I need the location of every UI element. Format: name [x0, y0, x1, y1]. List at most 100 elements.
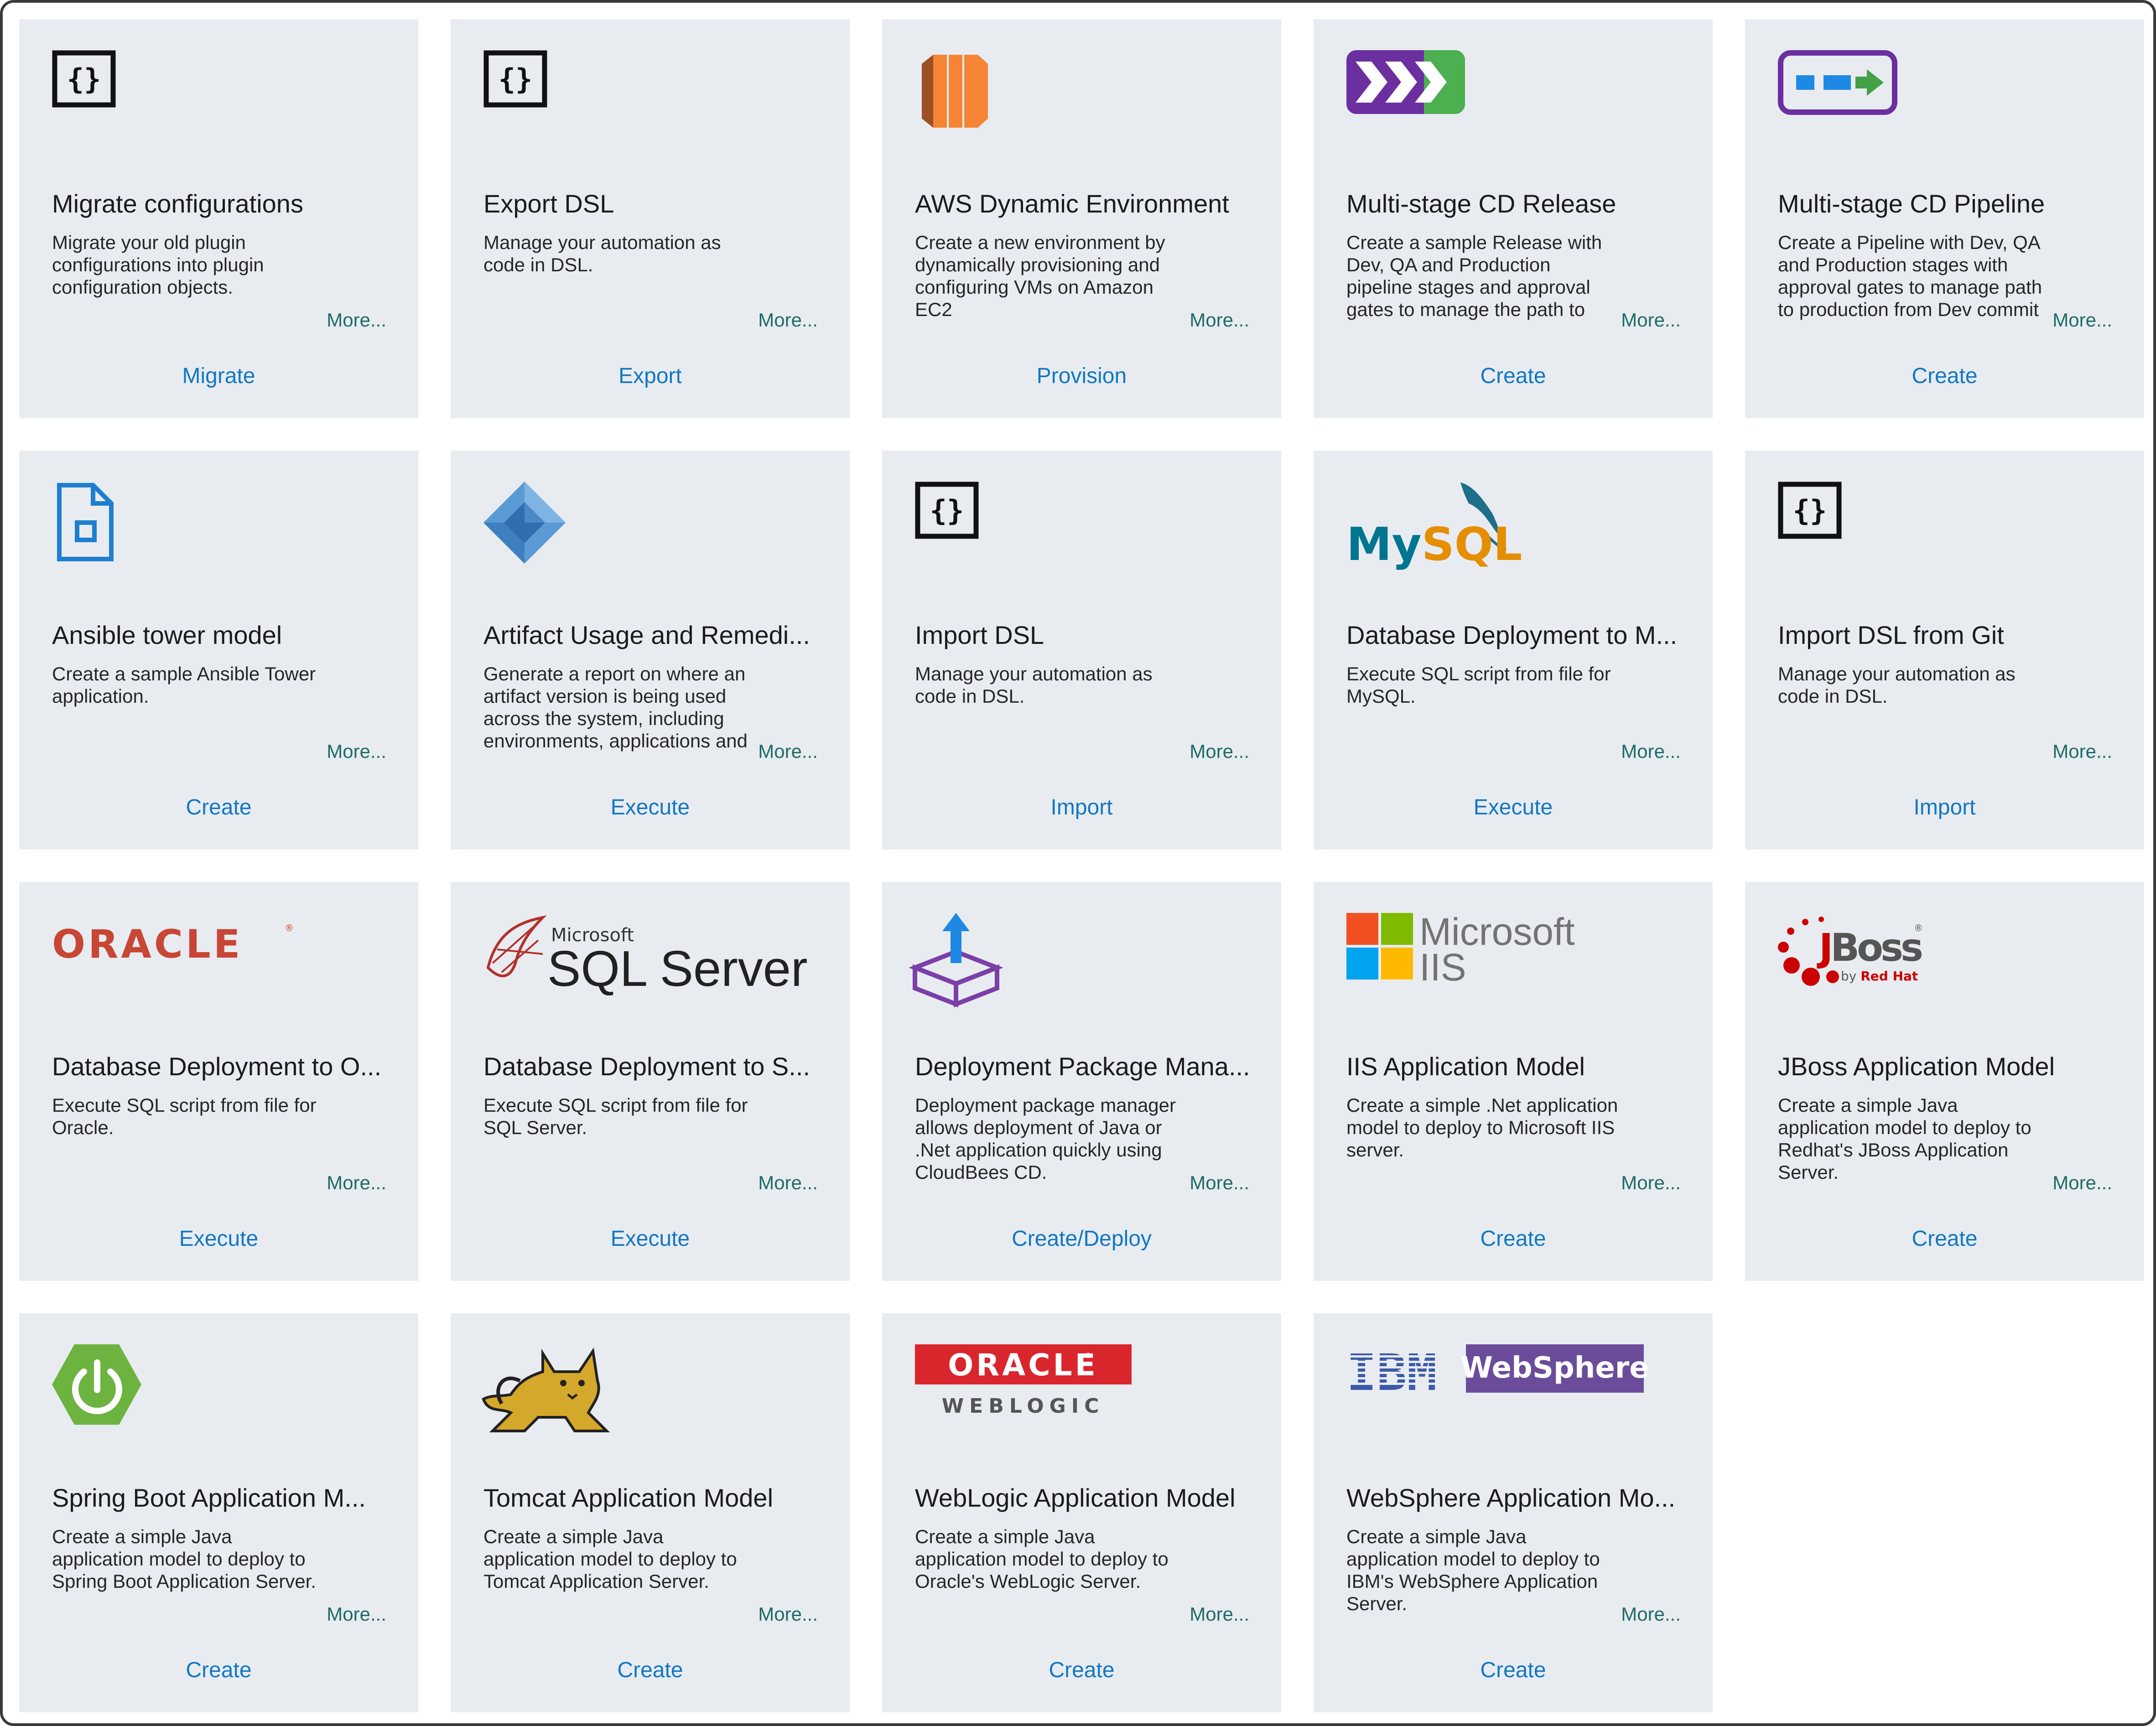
card-description: Deployment package manager allows deploy… [915, 1094, 1176, 1183]
oracle-logo-icon: ORACLE ® [52, 913, 326, 995]
more-link[interactable]: More... [320, 1172, 386, 1194]
template-card-5[interactable]: Multi-stage CD Pipeline Create a Pipelin… [1745, 19, 2144, 418]
card-action-link[interactable]: Migrate [19, 363, 418, 389]
code-braces-icon: {} [483, 50, 757, 132]
card-action-link[interactable]: Create [1314, 363, 1713, 389]
jboss-logo-icon: JBoss ® by Red Hat [1778, 913, 2052, 995]
card-title: Ansible tower model [52, 621, 282, 649]
svg-text:JBoss: JBoss [1817, 925, 1922, 970]
svg-text:{}: {} [1793, 494, 1827, 527]
svg-text:IIS: IIS [1419, 946, 1466, 989]
card-title: WebSphere Application Mo... [1346, 1483, 1676, 1512]
card-action-link[interactable]: Create/Deploy [882, 1226, 1281, 1251]
card-action-link[interactable]: Import [882, 795, 1281, 820]
card-description: Create a simple Java application model t… [1346, 1526, 1600, 1614]
more-link[interactable]: More... [2046, 309, 2112, 331]
svg-text:WebSphere: WebSphere [1460, 1351, 1649, 1385]
card-action-link[interactable]: Provision [882, 363, 1281, 389]
microsoft-iis-logo-icon: Microsoft IIS [1346, 910, 1620, 995]
card-description: Create a simple Java application model t… [483, 1526, 737, 1592]
card-title: Database Deployment to O... [52, 1052, 382, 1081]
template-card-4[interactable]: Multi-stage CD Release Create a sample R… [1314, 19, 1713, 418]
more-link[interactable]: More... [2046, 741, 2112, 762]
card-action-link[interactable]: Create [1314, 1658, 1713, 1683]
template-card-8[interactable]: {} Import DSL Manage your automation as … [882, 451, 1281, 850]
more-link[interactable]: More... [1183, 1172, 1249, 1194]
card-action-link[interactable]: Create [1745, 1226, 2144, 1251]
template-card-16[interactable]: Spring Boot Application M... Create a si… [19, 1313, 418, 1712]
ibm-websphere-logo-icon: IBM WebSphere [1346, 1343, 1649, 1426]
more-link[interactable]: More... [1615, 1172, 1681, 1194]
card-title: AWS Dynamic Environment [915, 189, 1229, 218]
template-card-6[interactable]: Ansible tower model Create a sample Ansi… [19, 451, 418, 850]
template-card-18[interactable]: ORACLE ® WEBLOGIC WebLogic Application Mod… [882, 1313, 1281, 1712]
card-title: Multi-stage CD Pipeline [1778, 189, 2045, 218]
card-action-link[interactable]: Execute [19, 1226, 418, 1251]
template-card-grid: {} Migrate configurations Migrate your o… [3, 3, 2153, 1723]
more-link[interactable]: More... [1615, 741, 1681, 762]
svg-text:®: ® [285, 923, 294, 933]
card-action-link[interactable]: Execute [451, 795, 850, 820]
card-title: Spring Boot Application M... [52, 1483, 366, 1512]
more-link[interactable]: More... [752, 741, 818, 762]
card-title: IIS Application Model [1346, 1052, 1585, 1081]
more-link[interactable]: More... [1615, 309, 1681, 331]
card-action-link[interactable]: Create [19, 795, 418, 820]
more-link[interactable]: More... [752, 309, 818, 331]
svg-text:SQL Server: SQL Server [547, 941, 808, 997]
template-card-3[interactable]: AWS Dynamic Environment Create a new env… [882, 19, 1281, 418]
card-title: Multi-stage CD Release [1346, 189, 1616, 218]
svg-text:by Red Hat: by Red Hat [1841, 969, 1918, 984]
card-description: Create a new environment by dynamically … [915, 232, 1165, 320]
card-description: Manage your automation as code in DSL. [483, 232, 721, 275]
card-action-link[interactable]: Execute [451, 1226, 850, 1251]
card-title: WebLogic Application Model [915, 1483, 1236, 1512]
card-action-link[interactable]: Import [1745, 795, 2144, 820]
card-action-link[interactable]: Execute [1314, 795, 1713, 820]
svg-text:{}: {} [930, 494, 964, 527]
template-card-1[interactable]: {} Migrate configurations Migrate your o… [19, 19, 418, 418]
card-action-link[interactable]: Create [19, 1658, 418, 1683]
template-card-15[interactable]: JBoss ® by Red Hat JBoss Application Model… [1745, 882, 2144, 1281]
template-card-7[interactable]: Artifact Usage and Remedi... Generate a … [451, 451, 850, 850]
more-link[interactable]: More... [1183, 309, 1249, 331]
svg-text:®: ® [1085, 1351, 1092, 1360]
card-title: Import DSL [915, 621, 1044, 649]
svg-text:{}: {} [67, 62, 101, 96]
oracle-weblogic-logo-icon: ORACLE ® WEBLOGIC [915, 1344, 1189, 1426]
card-description: Execute SQL script from file for Oracle. [52, 1094, 317, 1138]
template-card-17[interactable]: Tomcat Application Model Create a simple… [451, 1313, 850, 1712]
template-card-12[interactable]: Microsoft SQL Server Database Deployment … [451, 882, 850, 1281]
card-action-link[interactable]: Export [451, 363, 850, 389]
template-card-14[interactable]: Microsoft IIS IIS Application Model Creat… [1314, 882, 1713, 1281]
card-title: Artifact Usage and Remedi... [483, 621, 810, 649]
svg-text:ORACLE: ORACLE [948, 1348, 1098, 1383]
card-action-link[interactable]: Create [451, 1658, 850, 1683]
more-link[interactable]: More... [1183, 1603, 1249, 1625]
template-card-2[interactable]: {} Export DSL Manage your automation as … [451, 19, 850, 418]
template-card-9[interactable]: MySQL Database Deployment to M... Execut… [1314, 451, 1713, 850]
template-card-11[interactable]: ORACLE ® Database Deployment to O... Exec… [19, 882, 418, 1281]
svg-text:MySQL: MySQL [1346, 518, 1522, 571]
template-card-13[interactable]: Deployment Package Mana... Deployment pa… [882, 882, 1281, 1281]
card-description: Execute SQL script from file for MySQL. [1346, 663, 1611, 707]
card-description: Create a simple Java application model t… [52, 1526, 317, 1592]
card-description: Create a simple Java application model t… [1778, 1094, 2031, 1183]
template-card-19[interactable]: IBM WebSphere WebSphere Application Mo...… [1314, 1313, 1713, 1712]
svg-text:WEBLOGIC: WEBLOGIC [942, 1394, 1105, 1418]
more-link[interactable]: More... [1615, 1603, 1681, 1625]
more-link[interactable]: More... [1183, 741, 1249, 762]
more-link[interactable]: More... [2046, 1172, 2112, 1194]
more-link[interactable]: More... [320, 309, 386, 331]
more-link[interactable]: More... [320, 741, 386, 762]
card-title: JBoss Application Model [1778, 1052, 2055, 1081]
more-link[interactable]: More... [752, 1603, 818, 1625]
card-action-link[interactable]: Create [1314, 1226, 1713, 1251]
template-card-10[interactable]: {} Import DSL from Git Manage your autom… [1745, 451, 2144, 850]
svg-text:{}: {} [499, 62, 533, 96]
card-action-link[interactable]: Create [882, 1658, 1281, 1683]
more-link[interactable]: More... [752, 1172, 818, 1194]
more-link[interactable]: More... [320, 1603, 386, 1625]
card-action-link[interactable]: Create [1745, 363, 2144, 389]
card-description: Create a simple Java application model t… [915, 1526, 1169, 1592]
